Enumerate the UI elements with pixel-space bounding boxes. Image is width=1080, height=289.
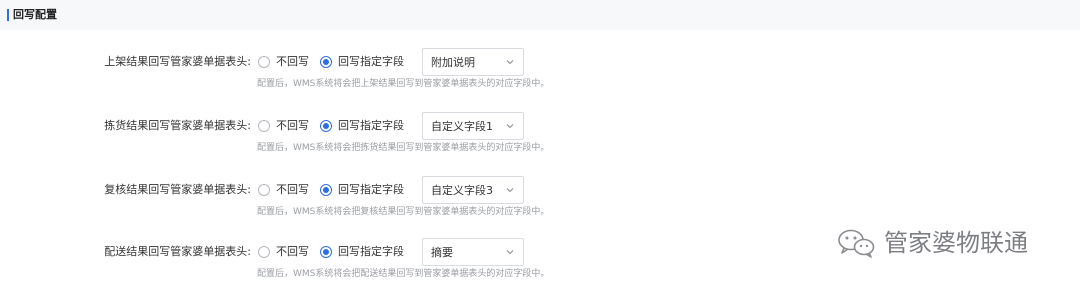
select-value: 附加说明	[431, 56, 475, 69]
radio-no-writeback[interactable]: 不回写	[258, 117, 309, 135]
section-title: 回写配置	[13, 8, 57, 21]
chevron-down-icon	[506, 250, 514, 255]
row-label: 拣货结果回写管家婆单据表头:	[104, 119, 251, 132]
chevron-down-icon	[506, 188, 514, 193]
radio-circle-icon[interactable]	[258, 56, 270, 68]
hint-text: 配置后，WMS系统将会把拣货结果回写到管家婆单据表头的对应字段中。	[257, 143, 550, 153]
writeback-config-page: 回写配置 上架结果回写管家婆单据表头: 不回写 回写指定字段 附加说明 配置后，…	[0, 0, 1080, 289]
radio-label: 回写指定字段	[338, 183, 404, 196]
hint-text: 配置后，WMS系统将会把复核结果回写到管家婆单据表头的对应字段中。	[257, 207, 550, 217]
radio-no-writeback[interactable]: 不回写	[258, 53, 309, 71]
radio-writeback-field[interactable]: 回写指定字段	[320, 181, 404, 199]
config-row-putaway: 上架结果回写管家婆单据表头: 不回写 回写指定字段 附加说明 配置后，WMS系统…	[0, 47, 1080, 91]
hint-text: 配置后，WMS系统将会把上架结果回写到管家婆单据表头的对应字段中。	[257, 79, 550, 89]
radio-checked-icon[interactable]	[320, 184, 332, 196]
radio-circle-icon[interactable]	[258, 246, 270, 258]
config-row-picking: 拣货结果回写管家婆单据表头: 不回写 回写指定字段 自定义字段1 配置后，WMS…	[0, 111, 1080, 155]
radio-label: 回写指定字段	[338, 245, 404, 258]
config-row-review: 复核结果回写管家婆单据表头: 不回写 回写指定字段 自定义字段3 配置后，WMS…	[0, 175, 1080, 219]
wechat-icon	[838, 229, 875, 258]
row-label: 上架结果回写管家婆单据表头:	[104, 55, 251, 68]
section-header: 回写配置	[0, 0, 1080, 30]
section-accent-bar	[7, 9, 9, 21]
field-select[interactable]: 自定义字段3	[422, 176, 524, 204]
chevron-down-icon	[506, 124, 514, 129]
select-value: 摘要	[431, 246, 453, 259]
radio-no-writeback[interactable]: 不回写	[258, 181, 309, 199]
watermark-text: 管家婆物联通	[884, 229, 1028, 257]
radio-label: 不回写	[276, 183, 309, 196]
hint-text: 配置后，WMS系统将会把配送结果回写到管家婆单据表头的对应字段中。	[257, 269, 550, 279]
radio-label: 不回写	[276, 119, 309, 132]
radio-circle-icon[interactable]	[258, 184, 270, 196]
chevron-down-icon	[506, 60, 514, 65]
watermark: 管家婆物联通	[836, 226, 1028, 260]
radio-writeback-field[interactable]: 回写指定字段	[320, 243, 404, 261]
radio-checked-icon[interactable]	[320, 56, 332, 68]
radio-writeback-field[interactable]: 回写指定字段	[320, 53, 404, 71]
field-select[interactable]: 自定义字段1	[422, 112, 524, 140]
radio-checked-icon[interactable]	[320, 120, 332, 132]
radio-label: 回写指定字段	[338, 119, 404, 132]
field-select[interactable]: 附加说明	[422, 48, 524, 76]
radio-label: 不回写	[276, 55, 309, 68]
radio-writeback-field[interactable]: 回写指定字段	[320, 117, 404, 135]
row-label: 配送结果回写管家婆单据表头:	[104, 245, 251, 258]
field-select[interactable]: 摘要	[422, 238, 524, 266]
radio-label: 回写指定字段	[338, 55, 404, 68]
radio-label: 不回写	[276, 245, 309, 258]
radio-checked-icon[interactable]	[320, 246, 332, 258]
select-value: 自定义字段3	[431, 184, 493, 197]
radio-circle-icon[interactable]	[258, 120, 270, 132]
select-value: 自定义字段1	[431, 120, 493, 133]
radio-no-writeback[interactable]: 不回写	[258, 243, 309, 261]
row-label: 复核结果回写管家婆单据表头:	[104, 183, 251, 196]
